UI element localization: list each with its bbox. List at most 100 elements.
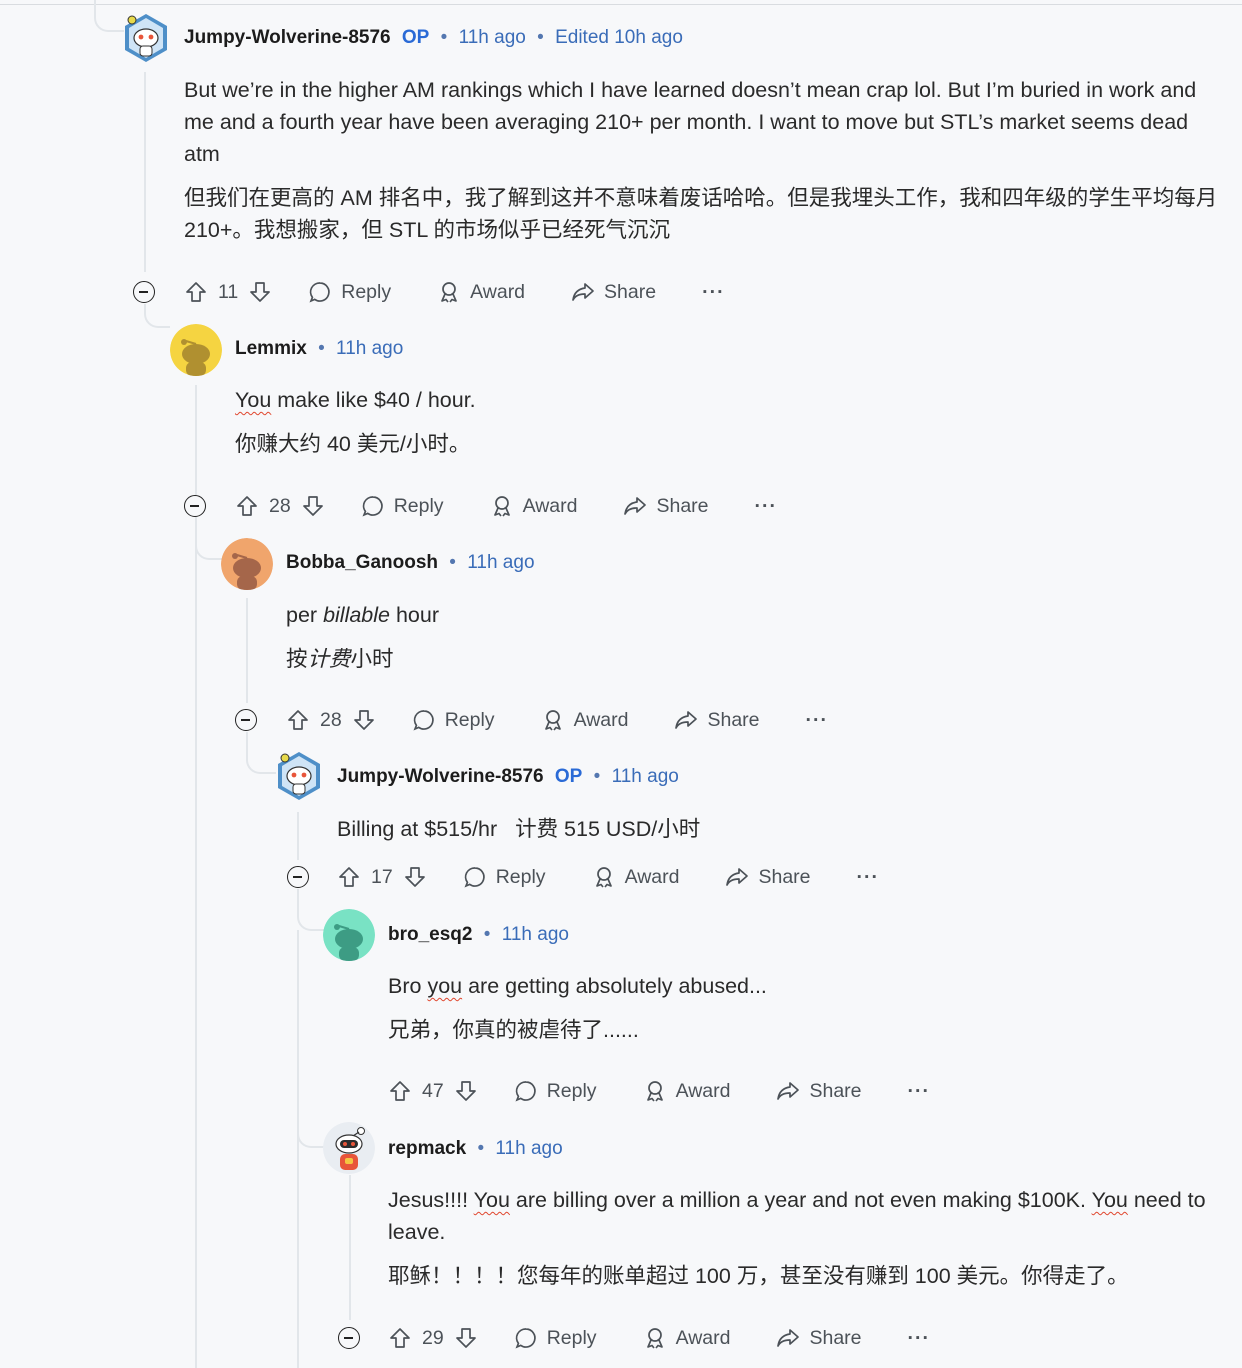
snoo-avatar-icon — [278, 752, 320, 800]
upvote-button[interactable] — [235, 494, 259, 518]
author-name[interactable]: repmack — [388, 1138, 466, 1159]
timestamp[interactable]: 11h ago — [467, 552, 534, 573]
comment-text-en: Jesus!!!! You are billing over a million… — [388, 1184, 1218, 1248]
award-button[interactable]: Award — [643, 1326, 730, 1350]
upvote-button[interactable] — [388, 1079, 412, 1103]
spellcheck-word: You — [235, 388, 272, 412]
comment-text-en: But we’re in the higher AM rankings whic… — [184, 78, 1197, 166]
award-ribbon-icon — [646, 1328, 663, 1349]
downvote-button[interactable] — [454, 1326, 478, 1350]
share-button[interactable]: Share — [623, 494, 709, 518]
collapse-thread-button[interactable] — [287, 866, 309, 888]
speech-bubble-icon — [413, 710, 434, 731]
comment-text-segment: are getting absolutely abused... — [462, 974, 767, 998]
more-options-button[interactable]: ··· — [755, 495, 777, 518]
avatar[interactable] — [221, 538, 273, 590]
downvote-arrow-icon — [455, 1081, 476, 1101]
avatar[interactable] — [170, 324, 222, 376]
reply-button[interactable]: Reply — [463, 865, 546, 889]
author-name[interactable]: Jumpy-Wolverine-8576 — [337, 766, 544, 787]
reply-button[interactable]: Reply — [361, 494, 444, 518]
snoo-avatar-icon — [170, 324, 222, 376]
downvote-button[interactable] — [301, 494, 325, 518]
collapse-thread-button[interactable] — [338, 1327, 360, 1349]
vote-count: 11 — [218, 280, 239, 303]
collapse-thread-button[interactable] — [235, 709, 257, 731]
comment-actions: 28 Reply Award Share ··· — [235, 488, 777, 524]
reply-button[interactable]: Reply — [514, 1079, 597, 1103]
downvote-button[interactable] — [248, 280, 272, 304]
comment-text: Billing at $515/hr 计费 515 USD/小时 — [337, 817, 701, 841]
share-button[interactable]: Share — [776, 1079, 862, 1103]
upvote-button[interactable] — [337, 865, 361, 889]
collapse-thread-button[interactable] — [133, 281, 155, 303]
comment-body: But we’re in the higher AM rankings whic… — [184, 74, 1224, 246]
share-button[interactable]: Share — [571, 280, 656, 304]
comment-text-segment: Jesus!!!! — [388, 1188, 474, 1212]
timestamp[interactable]: 11h ago — [459, 27, 526, 48]
share-button[interactable]: Share — [674, 708, 760, 732]
comment-text-zh: 兄弟，你真的被虐待了...... — [388, 1018, 639, 1042]
avatar[interactable] — [323, 1122, 375, 1174]
timestamp[interactable]: 11h ago — [495, 1138, 562, 1159]
award-button[interactable]: Award — [437, 280, 525, 304]
share-button[interactable]: Share — [776, 1326, 862, 1350]
comment-body: Bro you are getting absolutely abused...… — [388, 970, 1218, 1046]
edited-label: Edited 10h ago — [555, 27, 683, 48]
upvote-button[interactable] — [286, 708, 310, 732]
share-button[interactable]: Share — [725, 865, 811, 889]
emphasis-text: billable — [323, 603, 390, 627]
downvote-arrow-icon — [302, 496, 323, 516]
emphasis-text: 计费 — [307, 647, 351, 671]
timestamp[interactable]: 11h ago — [502, 924, 569, 945]
share-arrow-icon — [572, 283, 594, 301]
downvote-arrow-icon — [353, 710, 374, 730]
reply-label: Reply — [393, 494, 444, 517]
author-name[interactable]: Bobba_Ganoosh — [286, 552, 438, 573]
downvote-button[interactable] — [454, 1079, 478, 1103]
award-label: Award — [470, 280, 526, 303]
more-options-button[interactable]: ··· — [702, 281, 724, 304]
reply-button[interactable]: Reply — [308, 280, 391, 304]
snoo-avatar-icon — [323, 909, 375, 961]
award-button[interactable]: Award — [643, 1079, 730, 1103]
comment-body: You make like $40 / hour. 你赚大约 40 美元/小时。 — [235, 384, 1215, 460]
award-label: Award — [624, 865, 680, 888]
comment-body: Jesus!!!! You are billing over a million… — [388, 1184, 1218, 1292]
timestamp[interactable]: 11h ago — [336, 338, 403, 359]
comment-text-segment: hour — [390, 603, 440, 627]
more-options-button[interactable]: ··· — [908, 1327, 930, 1350]
collapse-thread-button[interactable] — [184, 495, 206, 517]
award-ribbon-icon — [441, 282, 457, 303]
author-name[interactable]: Jumpy-Wolverine-8576 — [184, 27, 391, 48]
top-divider — [0, 4, 1242, 5]
comment-text-segment: 小时 — [350, 647, 394, 671]
avatar[interactable] — [120, 12, 172, 64]
author-name[interactable]: bro_esq2 — [388, 924, 472, 945]
upvote-button[interactable] — [388, 1326, 412, 1350]
upvote-button[interactable] — [184, 280, 208, 304]
award-button[interactable]: Award — [490, 494, 578, 518]
more-options-button[interactable]: ··· — [857, 866, 879, 889]
avatar[interactable] — [273, 750, 325, 802]
more-options-button[interactable]: ··· — [806, 709, 828, 732]
award-button[interactable]: Award — [592, 865, 680, 889]
share-arrow-icon — [675, 711, 698, 729]
comment-meta: Bobba_Ganoosh • 11h ago — [286, 552, 535, 573]
timestamp[interactable]: 11h ago — [612, 766, 679, 787]
more-options-button[interactable]: ··· — [908, 1080, 930, 1103]
reply-button[interactable]: Reply — [514, 1326, 597, 1350]
downvote-button[interactable] — [352, 708, 376, 732]
share-arrow-icon — [777, 1329, 800, 1347]
downvote-button[interactable] — [403, 865, 427, 889]
award-label: Award — [522, 494, 578, 517]
upvote-arrow-icon — [390, 1328, 410, 1348]
comment-text-segment: are billing over a million a year and no… — [509, 1188, 1092, 1212]
speech-bubble-icon — [309, 282, 331, 303]
reply-button[interactable]: Reply — [412, 708, 495, 732]
award-button[interactable]: Award — [541, 708, 628, 732]
reply-label: Reply — [341, 280, 392, 303]
author-name[interactable]: Lemmix — [235, 338, 307, 359]
avatar[interactable] — [323, 909, 375, 961]
vote-count: 47 — [422, 1079, 444, 1102]
